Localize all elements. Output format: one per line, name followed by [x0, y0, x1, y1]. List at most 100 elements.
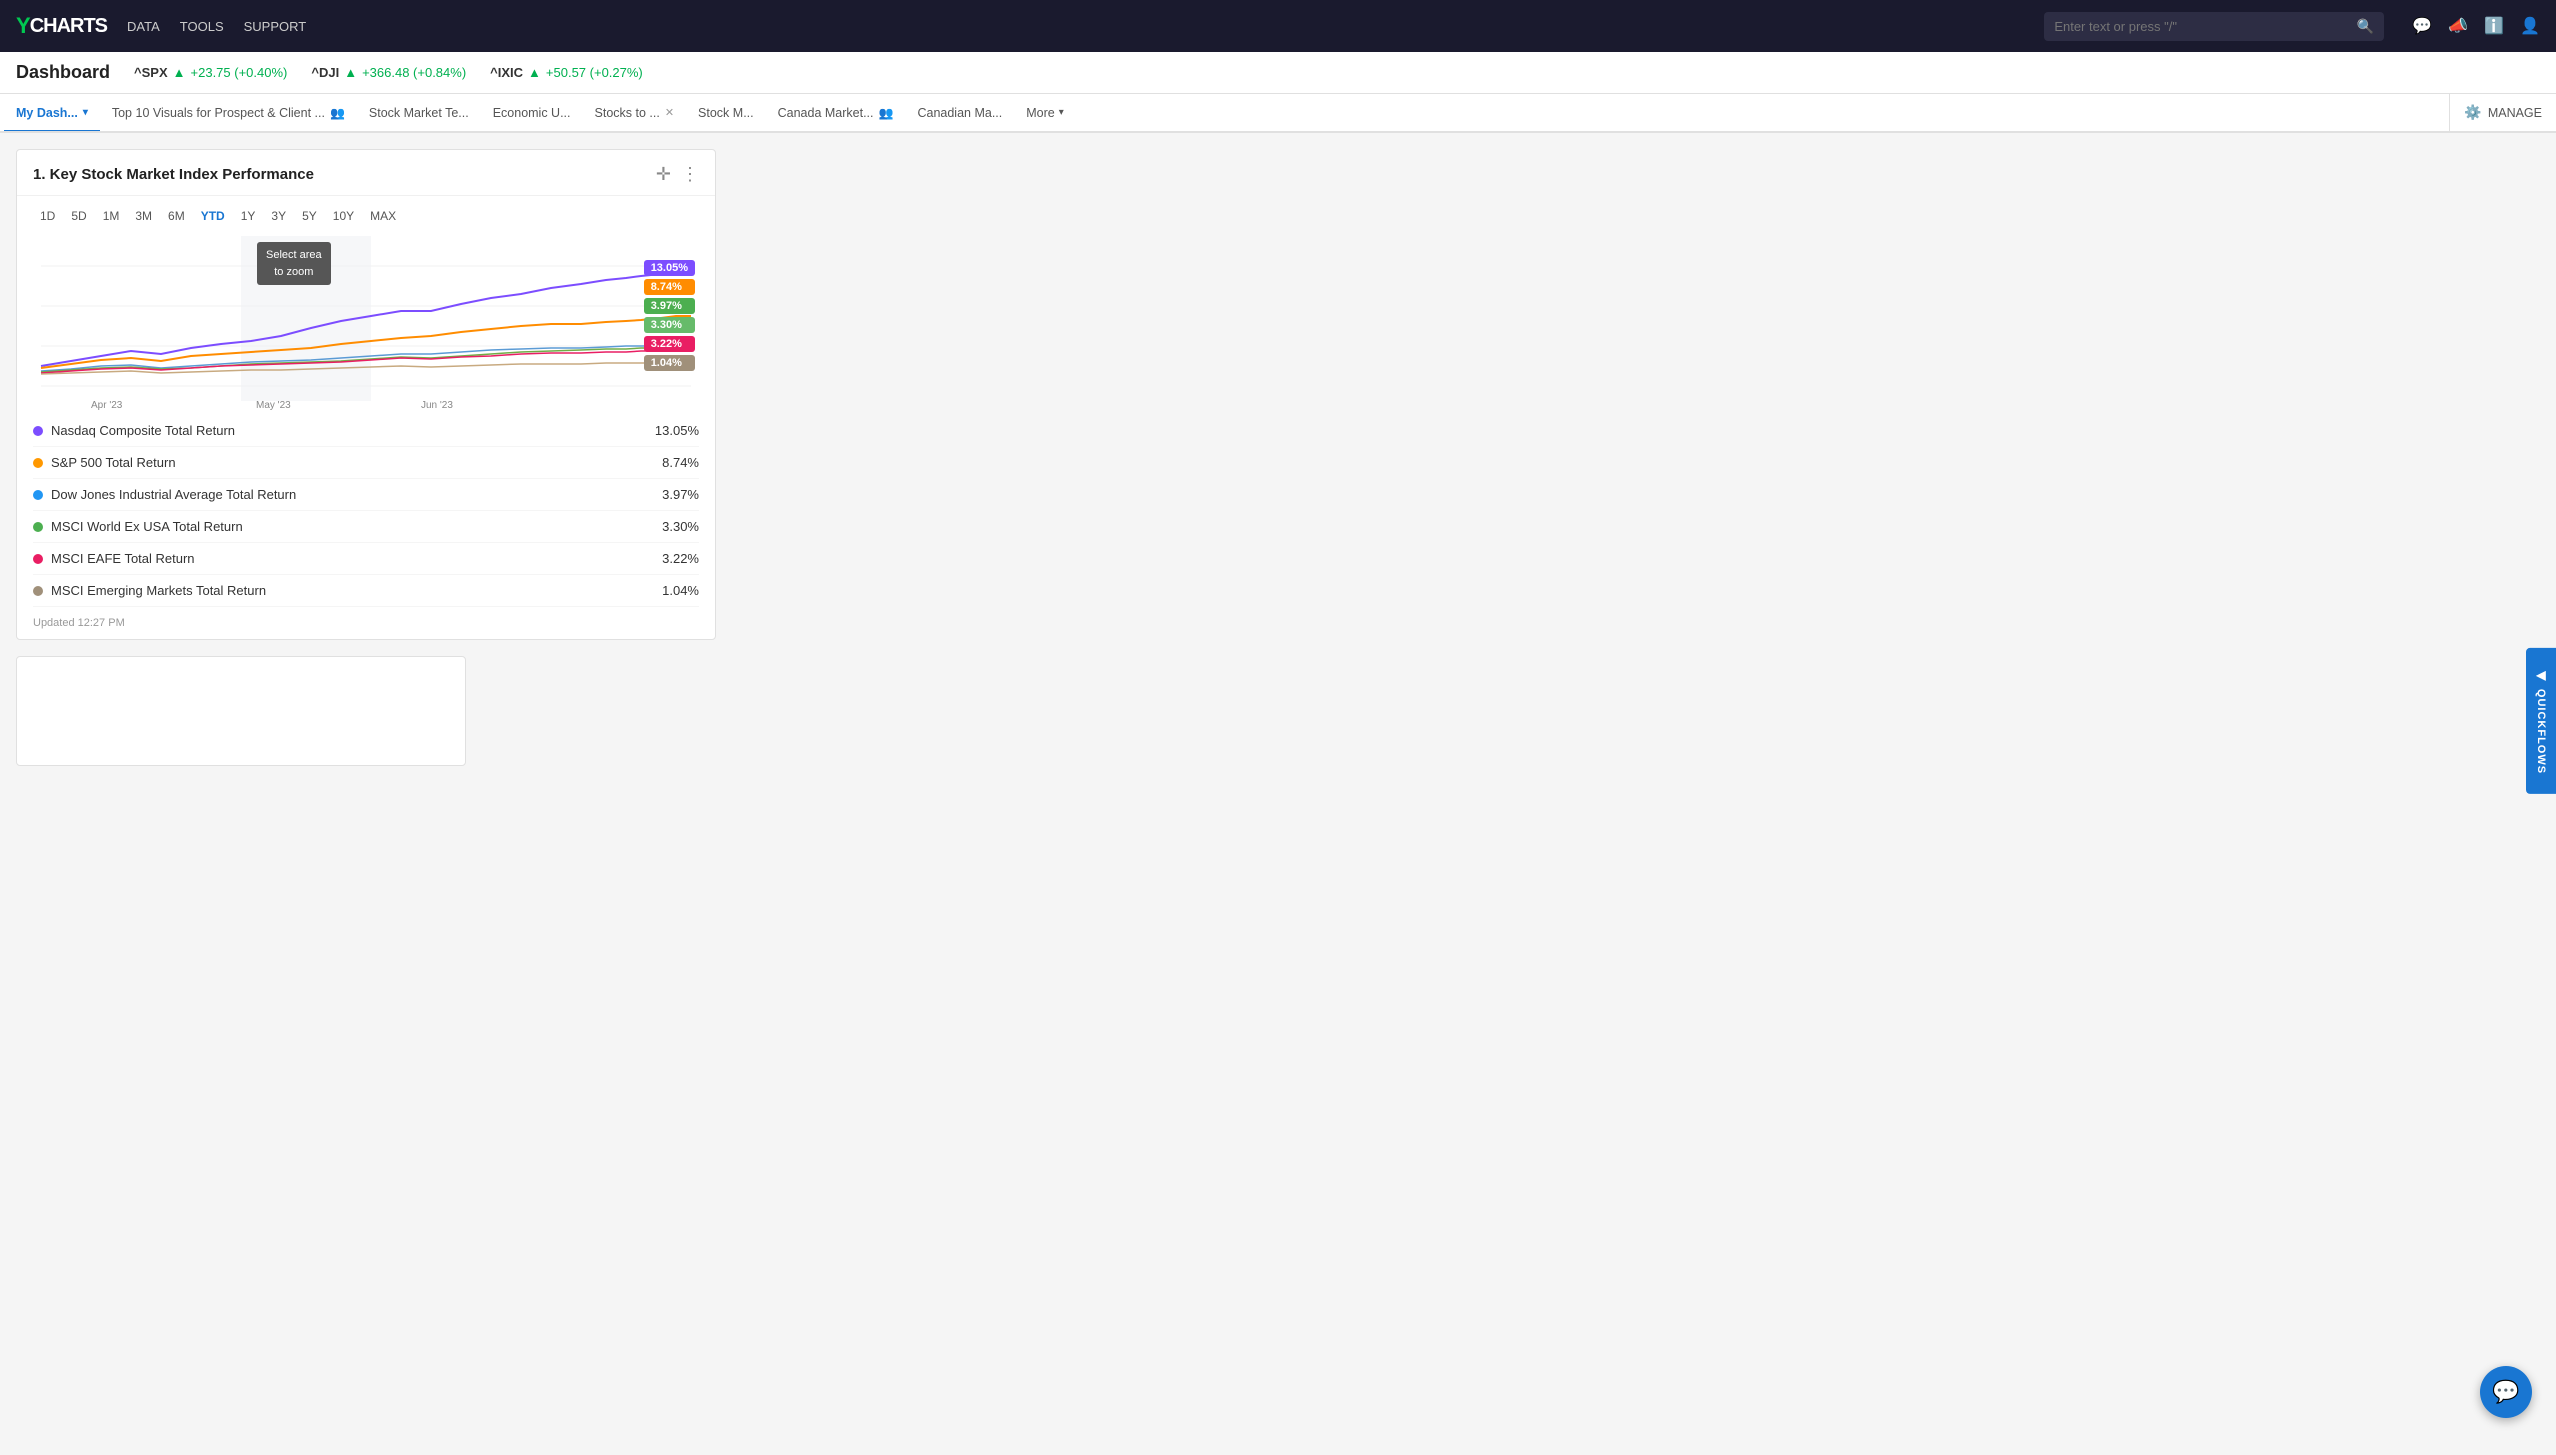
time-1d[interactable]: 1D [33, 206, 62, 226]
legend-value-1: 8.74% [662, 455, 699, 470]
ticker-dji[interactable]: ^DJI ▲ +366.48 (+0.84%) [311, 65, 466, 80]
quickflows-button[interactable]: ◀ QUICKFLOWS [2526, 648, 2556, 794]
chat-nav-icon[interactable]: 💬 [2412, 16, 2432, 36]
nav-support[interactable]: SUPPORT [244, 19, 307, 34]
ticker-dji-value: +366.48 (+0.84%) [362, 65, 466, 80]
quickflows-label: QUICKFLOWS [2535, 689, 2547, 774]
time-max[interactable]: MAX [363, 206, 403, 226]
chart-value-tags: 13.05% 8.74% 3.97% 3.30% 3.22% 1.04% [644, 260, 695, 371]
manage-label: MANAGE [2488, 106, 2542, 120]
legend-item-2[interactable]: Dow Jones Industrial Average Total Retur… [33, 479, 699, 511]
legend: Nasdaq Composite Total Return 13.05% S&P… [17, 415, 715, 607]
legend-item-4[interactable]: MSCI EAFE Total Return 3.22% [33, 543, 699, 575]
quickflows-arrow-icon: ◀ [2534, 668, 2548, 683]
legend-item-0[interactable]: Nasdaq Composite Total Return 13.05% [33, 415, 699, 447]
search-input[interactable] [2054, 19, 2349, 34]
user-icon[interactable]: 👤 [2520, 16, 2540, 36]
time-3y[interactable]: 3Y [264, 206, 293, 226]
nav-data[interactable]: DATA [127, 19, 160, 34]
legend-dot-0 [33, 426, 43, 436]
legend-value-4: 3.22% [662, 551, 699, 566]
tab-top10visuals-users-icon: 👥 [330, 106, 345, 120]
value-tag-5: 1.04% [644, 355, 695, 371]
svg-text:Jun '23: Jun '23 [421, 400, 453, 411]
tabs-more-label: More [1026, 106, 1054, 120]
chart-area: Select areato zoom 13.05% 8.74% 3.97% 3.… [17, 232, 715, 415]
time-1m[interactable]: 1M [96, 206, 127, 226]
tab-stocks[interactable]: Stocks to ... ✕ [583, 96, 687, 132]
legend-name-1: S&P 500 Total Return [51, 455, 176, 470]
tab-canadian[interactable]: Canadian Ma... [905, 96, 1014, 132]
top-nav: YCHARTS DATA TOOLS SUPPORT 🔍 💬 📣 ℹ️ 👤 [0, 0, 2556, 52]
chart-title: 1. Key Stock Market Index Performance [33, 166, 314, 183]
tab-top10visuals[interactable]: Top 10 Visuals for Prospect & Client ...… [100, 96, 357, 132]
nav-icons: 💬 📣 ℹ️ 👤 [2412, 16, 2540, 36]
tab-mydash-dropdown-icon[interactable]: ▾ [83, 107, 88, 118]
info-icon[interactable]: ℹ️ [2484, 16, 2504, 36]
tab-mydash-label: My Dash... [16, 106, 78, 120]
ticker-ixic-value: +50.57 (+0.27%) [546, 65, 643, 80]
legend-dot-2 [33, 490, 43, 500]
tab-canadian-label: Canadian Ma... [917, 106, 1002, 120]
ticker-dji-arrow: ▲ [344, 65, 357, 80]
time-1y[interactable]: 1Y [234, 206, 263, 226]
tab-stockm-label: Stock M... [698, 106, 754, 120]
ticker-ixic-arrow: ▲ [528, 65, 541, 80]
chat-button-icon: 💬 [2492, 1379, 2519, 1405]
legend-name-4: MSCI EAFE Total Return [51, 551, 195, 566]
tab-canada-users-icon: 👥 [879, 106, 894, 120]
legend-value-2: 3.97% [662, 487, 699, 502]
time-10y[interactable]: 10Y [326, 206, 361, 226]
chart-more-button[interactable]: ⋮ [681, 164, 699, 185]
tabs-more[interactable]: More ▾ [1014, 96, 1076, 130]
tab-economic-label: Economic U... [493, 106, 571, 120]
tab-canada-label: Canada Market... [778, 106, 874, 120]
legend-value-3: 3.30% [662, 519, 699, 534]
time-5y[interactable]: 5Y [295, 206, 324, 226]
tabs-bar: My Dash... ▾ Top 10 Visuals for Prospect… [0, 94, 2556, 133]
ticker-spx-arrow: ▲ [173, 65, 186, 80]
main-content: 1. Key Stock Market Index Performance ✛ … [0, 133, 2556, 1455]
logo-charts: CHARTS [30, 15, 107, 38]
tab-stockm[interactable]: Stock M... [686, 96, 766, 132]
legend-item-5[interactable]: MSCI Emerging Markets Total Return 1.04% [33, 575, 699, 607]
legend-item-3[interactable]: MSCI World Ex USA Total Return 3.30% [33, 511, 699, 543]
search-icon: 🔍 [2357, 18, 2374, 35]
value-tag-4: 3.22% [644, 336, 695, 352]
tab-mydash[interactable]: My Dash... ▾ [4, 96, 100, 132]
tab-canada[interactable]: Canada Market... 👥 [766, 96, 906, 132]
chart-expand-button[interactable]: ✛ [656, 164, 671, 185]
dashboard-title: Dashboard [16, 62, 110, 83]
tab-stocks-close-icon[interactable]: ✕ [665, 106, 674, 119]
megaphone-icon[interactable]: 📣 [2448, 16, 2468, 36]
chart-updated: Updated 12:27 PM [17, 607, 715, 639]
legend-dot-1 [33, 458, 43, 468]
second-card-partial [16, 656, 466, 766]
legend-dot-4 [33, 554, 43, 564]
time-ytd[interactable]: YTD [194, 206, 232, 226]
ticker-bar: Dashboard ^SPX ▲ +23.75 (+0.40%) ^DJI ▲ … [0, 52, 2556, 94]
logo[interactable]: YCHARTS [16, 13, 107, 39]
chart-header: 1. Key Stock Market Index Performance ✛ … [17, 150, 715, 196]
ticker-spx[interactable]: ^SPX ▲ +23.75 (+0.40%) [134, 65, 287, 80]
search-bar: 🔍 [2044, 12, 2384, 41]
time-filters: 1D 5D 1M 3M 6M YTD 1Y 3Y 5Y 10Y MAX [17, 196, 715, 232]
legend-dot-5 [33, 586, 43, 596]
time-3m[interactable]: 3M [128, 206, 159, 226]
legend-item-1[interactable]: S&P 500 Total Return 8.74% [33, 447, 699, 479]
manage-gear-icon: ⚙️ [2464, 104, 2481, 121]
ticker-spx-name: ^SPX [134, 65, 168, 80]
time-5d[interactable]: 5D [64, 206, 93, 226]
time-6m[interactable]: 6M [161, 206, 192, 226]
manage-button[interactable]: ⚙️ MANAGE [2449, 94, 2556, 131]
tab-economic[interactable]: Economic U... [481, 96, 583, 132]
logo-y: Y [16, 13, 30, 39]
tab-stockmarket[interactable]: Stock Market Te... [357, 96, 481, 132]
tab-stockmarket-label: Stock Market Te... [369, 106, 469, 120]
chat-button[interactable]: 💬 [2480, 1366, 2532, 1418]
nav-tools[interactable]: TOOLS [180, 19, 224, 34]
svg-text:May '23: May '23 [256, 400, 291, 411]
ticker-ixic[interactable]: ^IXIC ▲ +50.57 (+0.27%) [490, 65, 643, 80]
value-tag-2: 3.97% [644, 298, 695, 314]
value-tag-0: 13.05% [644, 260, 695, 276]
